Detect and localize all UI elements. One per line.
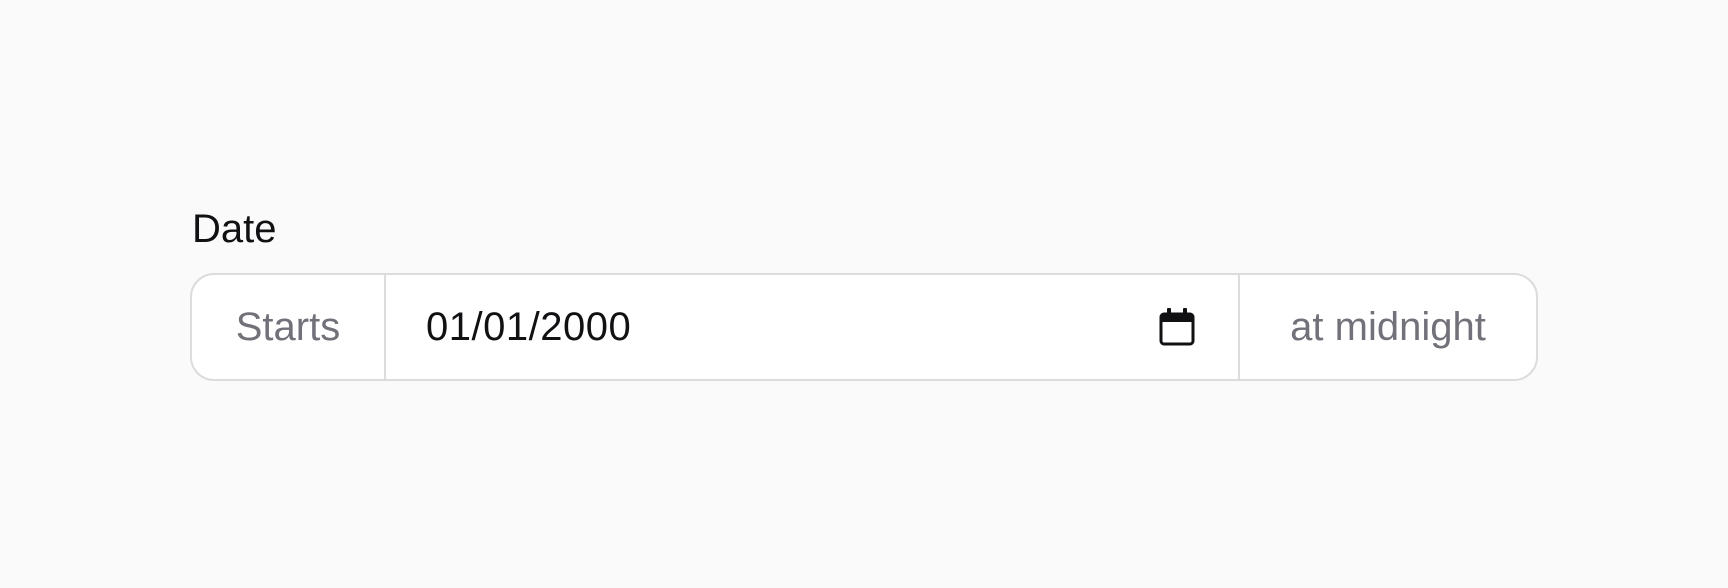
date-field: Date Starts 01/01/2000 at midnight [190, 205, 1538, 381]
starts-addon: Starts [192, 275, 386, 379]
date-label: Date [192, 207, 277, 251]
date-input-value[interactable]: 01/01/2000 [426, 305, 1156, 350]
date-input-group: Starts 01/01/2000 at midnight [190, 273, 1538, 381]
calendar-icon[interactable] [1156, 306, 1198, 348]
date-input[interactable]: 01/01/2000 [386, 275, 1238, 379]
midnight-addon: at midnight [1238, 275, 1536, 379]
